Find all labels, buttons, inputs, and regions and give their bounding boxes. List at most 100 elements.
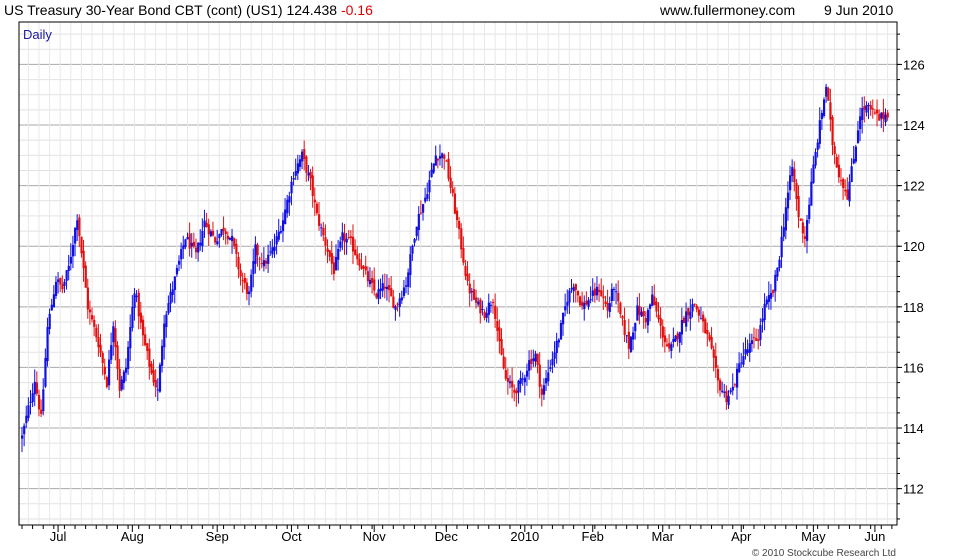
candle-up [884, 108, 887, 127]
x-axis: Jul Aug Sep Oct Nov Dec 2010 Feb Mar Apr May Jun [21, 525, 893, 544]
candle-down [78, 214, 81, 248]
candle-down [793, 161, 796, 192]
candle-down [445, 159, 448, 162]
candle-up [42, 378, 45, 416]
candle-down [436, 157, 440, 169]
x-tick-label: Sep [206, 529, 229, 544]
candle-up [670, 341, 673, 359]
candle-down [322, 221, 325, 241]
candle-up [381, 274, 384, 298]
candle-up [339, 236, 342, 252]
candle-up [814, 148, 817, 169]
candle-down [697, 306, 701, 323]
candle-down [364, 255, 367, 275]
candle-down [600, 278, 603, 297]
candle-down [619, 301, 622, 318]
candle-down [725, 385, 728, 410]
candle-down [313, 187, 316, 216]
candle-down [710, 327, 713, 350]
candle-up [776, 267, 779, 281]
candle-up [74, 226, 77, 257]
candle-down [318, 202, 321, 231]
candle-down [757, 328, 760, 350]
candle-up [197, 242, 200, 262]
candle-down [455, 207, 459, 228]
candle-down [772, 289, 775, 298]
candle-up [808, 197, 811, 224]
candle-up [610, 283, 614, 307]
candle-down [91, 307, 94, 323]
candle-up [782, 213, 785, 242]
candle-down [152, 359, 155, 387]
candle-up [281, 212, 285, 243]
candle-down [661, 319, 664, 348]
candle-down [88, 300, 92, 325]
candle-down [483, 309, 486, 321]
candle-up [434, 145, 437, 166]
candle-up [133, 288, 136, 321]
candle-down [513, 384, 516, 402]
candle-down [882, 98, 885, 133]
candle-up [850, 158, 853, 183]
candle-down [468, 273, 471, 307]
period-label: Daily [23, 27, 52, 42]
candle-down [653, 284, 656, 306]
candle-up [625, 334, 628, 344]
candle-up [880, 111, 883, 128]
candle-up [288, 191, 291, 216]
candle-down [237, 252, 240, 279]
candle-down [154, 369, 157, 397]
candle-down [222, 216, 225, 241]
candle-up [377, 279, 380, 305]
candle-down [241, 272, 244, 293]
candle-up [250, 269, 253, 298]
candle-up [122, 369, 126, 390]
candle-up [320, 223, 323, 237]
candle-down [708, 332, 711, 342]
candle-down [371, 270, 374, 294]
candle-down [305, 155, 308, 182]
candle-up [678, 331, 681, 353]
candle-down [464, 259, 467, 281]
candle-down [101, 351, 104, 376]
candle-up [867, 102, 870, 120]
candle-up [744, 337, 747, 360]
candle-up [763, 293, 766, 331]
candle-up [167, 295, 170, 315]
candle-up [52, 285, 56, 308]
candle-up [368, 267, 372, 288]
y-tick-label: 120 [903, 239, 925, 254]
candle-up [29, 389, 32, 415]
candle-down [621, 314, 624, 326]
candle-up [50, 298, 53, 311]
candle-up [731, 373, 734, 396]
candle-down [494, 293, 497, 328]
x-tick-label: Apr [731, 529, 752, 544]
candle-up [562, 312, 565, 336]
candle-down [602, 285, 605, 311]
candle-up [269, 241, 272, 256]
candle-down [258, 256, 261, 271]
candle-down [354, 239, 357, 256]
candle-down [375, 292, 378, 300]
candle-up [534, 350, 537, 367]
candle-down [733, 383, 737, 388]
candle-up [822, 97, 826, 118]
candle-up [740, 352, 743, 368]
candle-down [574, 283, 577, 303]
candle-down [578, 295, 582, 308]
candle-up [284, 198, 287, 225]
candle-up [528, 350, 531, 380]
candle-up [508, 375, 512, 389]
candle-up [124, 358, 128, 382]
candle-up [298, 154, 302, 172]
candle-up [848, 174, 851, 207]
candle-up [859, 107, 862, 142]
candle-up [178, 255, 181, 272]
candle-up [254, 236, 257, 274]
candle-down [362, 264, 365, 278]
candle-up [411, 244, 414, 261]
candle-down [392, 289, 395, 309]
candle-up [63, 278, 66, 293]
candle-up [854, 144, 858, 164]
